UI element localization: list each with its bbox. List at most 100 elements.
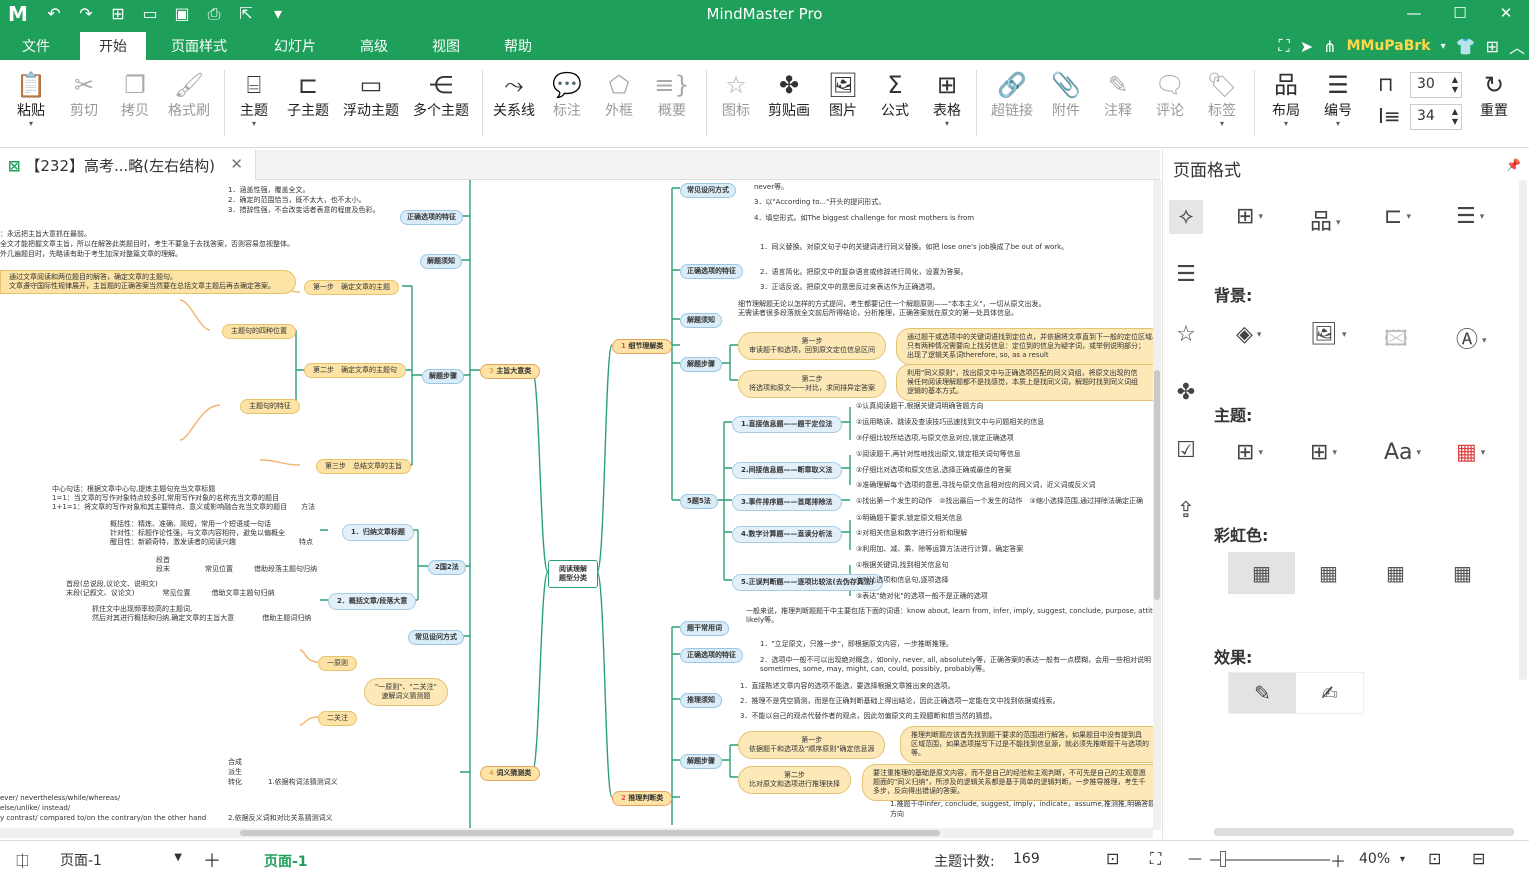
user-account[interactable]: MMuPaBrk <box>1347 38 1431 54</box>
node-summarize-paragraph[interactable]: 2．概括文章/段落大意 <box>328 593 417 610</box>
menu-slides[interactable]: 幻灯片 <box>274 36 316 56</box>
node-right-steps-2[interactable]: 解题步骤 <box>680 754 722 769</box>
subtopic-button[interactable]: ⊏ 子主题 <box>284 70 332 120</box>
canvas-horizontal-scrollbar[interactable] <box>0 828 1153 838</box>
document-tab[interactable]: ⊠ 【232】高考...略(左右结构) ✕ <box>0 150 256 180</box>
zoom-slider-thumb[interactable] <box>1220 851 1226 867</box>
collapse-ribbon-icon[interactable]: ︿ <box>1509 34 1525 58</box>
boundary-button[interactable]: ⬠ 外框 <box>601 70 637 120</box>
fullscreen-icon[interactable]: ⛶ <box>1150 849 1161 869</box>
node-right-notes[interactable]: 解题须知 <box>680 313 722 328</box>
node-step2[interactable]: 第二步 确定文章的主题句 <box>304 363 406 378</box>
relationship-button[interactable]: ⤳ 关系线 <box>490 70 538 120</box>
numbering-style-icon[interactable]: ☰ ▾ <box>1456 204 1484 229</box>
image-button[interactable]: 🖼 图片 <box>825 70 861 120</box>
vertical-spacing-input[interactable]: 34 ▲ ▼ <box>1410 104 1462 130</box>
watermark-icon[interactable]: 🖾 <box>1384 322 1408 360</box>
node-question-words[interactable]: 题干常用词 <box>680 621 729 636</box>
add-page-button[interactable]: ＋ <box>203 847 221 873</box>
comment-button[interactable]: 🗨 评论 <box>1152 70 1188 120</box>
rainbow-option-none-icon[interactable]: ▦ <box>1228 552 1295 594</box>
mindmap-canvas[interactable]: 阅读理解 题型分类 3 主旨大意类 4 词义猜测类 1 细节理解类 2 推理判断… <box>0 180 1160 830</box>
attachment-button[interactable]: 📎 附件 <box>1048 70 1084 120</box>
layout-style-icon[interactable]: ⊞ ▾ <box>1236 204 1263 229</box>
menu-help[interactable]: 帮助 <box>504 36 532 56</box>
callout-button[interactable]: 💬 标注 <box>549 70 585 120</box>
node-inference-step2[interactable]: 第二步 比对原文和选项进行推理抉择 <box>738 766 851 794</box>
branch-inference[interactable]: 2 推理判断类 <box>612 791 673 806</box>
panel-scrollbar[interactable] <box>1519 180 1527 680</box>
page-panel-toggle-icon[interactable]: ⎅ <box>16 851 29 871</box>
menu-home[interactable]: 开始 <box>80 32 146 60</box>
zoom-dropdown-icon[interactable]: ▾ <box>1400 854 1405 865</box>
zoom-slider[interactable] <box>1210 859 1330 861</box>
reset-button[interactable]: ↻ 重置 <box>1476 70 1512 120</box>
panel-horizontal-scrollbar[interactable] <box>1214 828 1514 836</box>
page-select-dropdown[interactable]: 页面-1 ▼ <box>52 848 186 872</box>
summary-button[interactable]: ≡} 概要 <box>654 70 690 120</box>
zoom-level[interactable]: 40% <box>1359 851 1390 867</box>
menu-view[interactable]: 视图 <box>432 36 460 56</box>
scrollbar-thumb[interactable] <box>240 830 940 836</box>
background-image-icon[interactable]: 🖼 ▾ <box>1310 322 1346 347</box>
format-painter-button[interactable]: 🖌 格式刷 <box>164 70 214 120</box>
clipart-button[interactable]: ✤ 剪贴画 <box>765 70 813 120</box>
node-method-3[interactable]: 3.事件排序题——首尾排除法 <box>732 494 842 511</box>
icon-library-tab-icon[interactable]: ☆ <box>1169 318 1203 352</box>
structure-icon[interactable]: 品 ▾ <box>1310 204 1341 236</box>
formula-button[interactable]: Σ 公式 <box>877 70 913 120</box>
node-right-features-2[interactable]: 正确选项的特征 <box>680 648 743 663</box>
node-method-2[interactable]: 2.间接信息题——断章取义法 <box>732 462 842 479</box>
fill-color-icon[interactable]: ◈ ▾ <box>1236 322 1261 347</box>
zoom-in-button[interactable]: ＋ <box>1330 848 1346 872</box>
horizontal-spacing-input[interactable]: 30 ▲ ▼ <box>1410 72 1462 98</box>
skin-icon[interactable]: 👕 <box>1456 37 1476 56</box>
maximize-button[interactable]: ☐ <box>1437 0 1483 28</box>
user-dropdown-icon[interactable]: ▾ <box>1441 41 1446 52</box>
branch-main-idea[interactable]: 3 主旨大意类 <box>480 364 541 379</box>
node-principle[interactable]: 一原则 <box>318 656 357 671</box>
scrollbar-thumb[interactable] <box>1154 370 1160 600</box>
cut-button[interactable]: ✂ 剪切 <box>64 70 104 120</box>
multiple-topics-button[interactable]: ⋲ 多个主题 <box>409 70 473 120</box>
node-inference-notes[interactable]: 推理须知 <box>680 693 722 708</box>
tag-button[interactable]: 🏷 标签 ▾ <box>1204 70 1240 128</box>
node-topic-positions[interactable]: 主题句的四种位置 <box>222 324 296 339</box>
node-right-common-questions[interactable]: 常见设问方式 <box>680 183 736 198</box>
note-button[interactable]: ✎ 注释 <box>1100 70 1136 120</box>
menu-page-style[interactable]: 页面样式 <box>171 36 227 56</box>
apps-icon[interactable]: ⊞ <box>1486 37 1499 56</box>
node-2-2-methods[interactable]: 2国2法 <box>428 560 466 575</box>
menu-file[interactable]: 文件 <box>22 36 50 56</box>
hyperlink-button[interactable]: 🔗 超链接 <box>988 70 1036 120</box>
share-icon[interactable]: ⋔ <box>1323 37 1336 56</box>
clipart-tab-icon[interactable]: ✤ <box>1169 376 1203 410</box>
numbering-button[interactable]: ☰ 编号 ▾ <box>1320 70 1356 128</box>
table-button[interactable]: ⊞ 表格 ▾ <box>929 70 965 128</box>
presentation-icon[interactable]: ⊟ <box>1472 849 1485 868</box>
task-tab-icon[interactable]: ☑ <box>1169 434 1203 468</box>
minimize-button[interactable]: — <box>1391 0 1437 28</box>
node-step3[interactable]: 第三步 总结文章的主旨 <box>316 459 411 474</box>
node-step1[interactable]: 第一步 确定文章的主题 <box>304 280 399 295</box>
copy-button[interactable]: ❐ 拷贝 <box>117 70 153 120</box>
branch-detail-understanding[interactable]: 1 细节理解类 <box>612 339 673 354</box>
layout-button[interactable]: 品布局 ▾ <box>1268 70 1304 128</box>
color-theme-icon[interactable]: ▦ ▾ <box>1456 440 1485 465</box>
branch-word-guessing[interactable]: 4 词义猜测类 <box>480 766 541 781</box>
canvas-vertical-scrollbar[interactable] <box>1153 180 1161 830</box>
node-summarize-title[interactable]: 1．归纳文章标题 <box>342 524 414 541</box>
mindmap-central-topic[interactable]: 阅读理解 题型分类 <box>548 560 598 588</box>
node-one-principle-two-focus[interactable]: "一原则"、"二关注" 速解词义猜测题 <box>364 678 448 706</box>
hand-drawn-effect-icon[interactable]: ✍ <box>1296 673 1363 713</box>
paste-button[interactable]: 📋 粘贴 ▾ <box>14 70 48 128</box>
node-left-features[interactable]: 正确选项的特征 <box>400 210 463 225</box>
theme-layout-icon[interactable]: ⊞ ▾ <box>1310 440 1337 465</box>
node-right-step1[interactable]: 第一步 审读题干和选项，回到原文定位信息区间 <box>738 332 886 360</box>
fit-width-icon[interactable]: ⊡ <box>1428 849 1441 868</box>
close-tab-icon[interactable]: ✕ <box>230 155 243 173</box>
node-method-4[interactable]: 4.数字计算题——直读分析法 <box>732 526 842 543</box>
node-right-step2[interactable]: 第二步 将选项和原文一一对比，求同排异定答案 <box>738 370 886 398</box>
close-button[interactable]: ✕ <box>1483 0 1529 28</box>
node-right-features[interactable]: 正确选项的特征 <box>680 264 743 279</box>
